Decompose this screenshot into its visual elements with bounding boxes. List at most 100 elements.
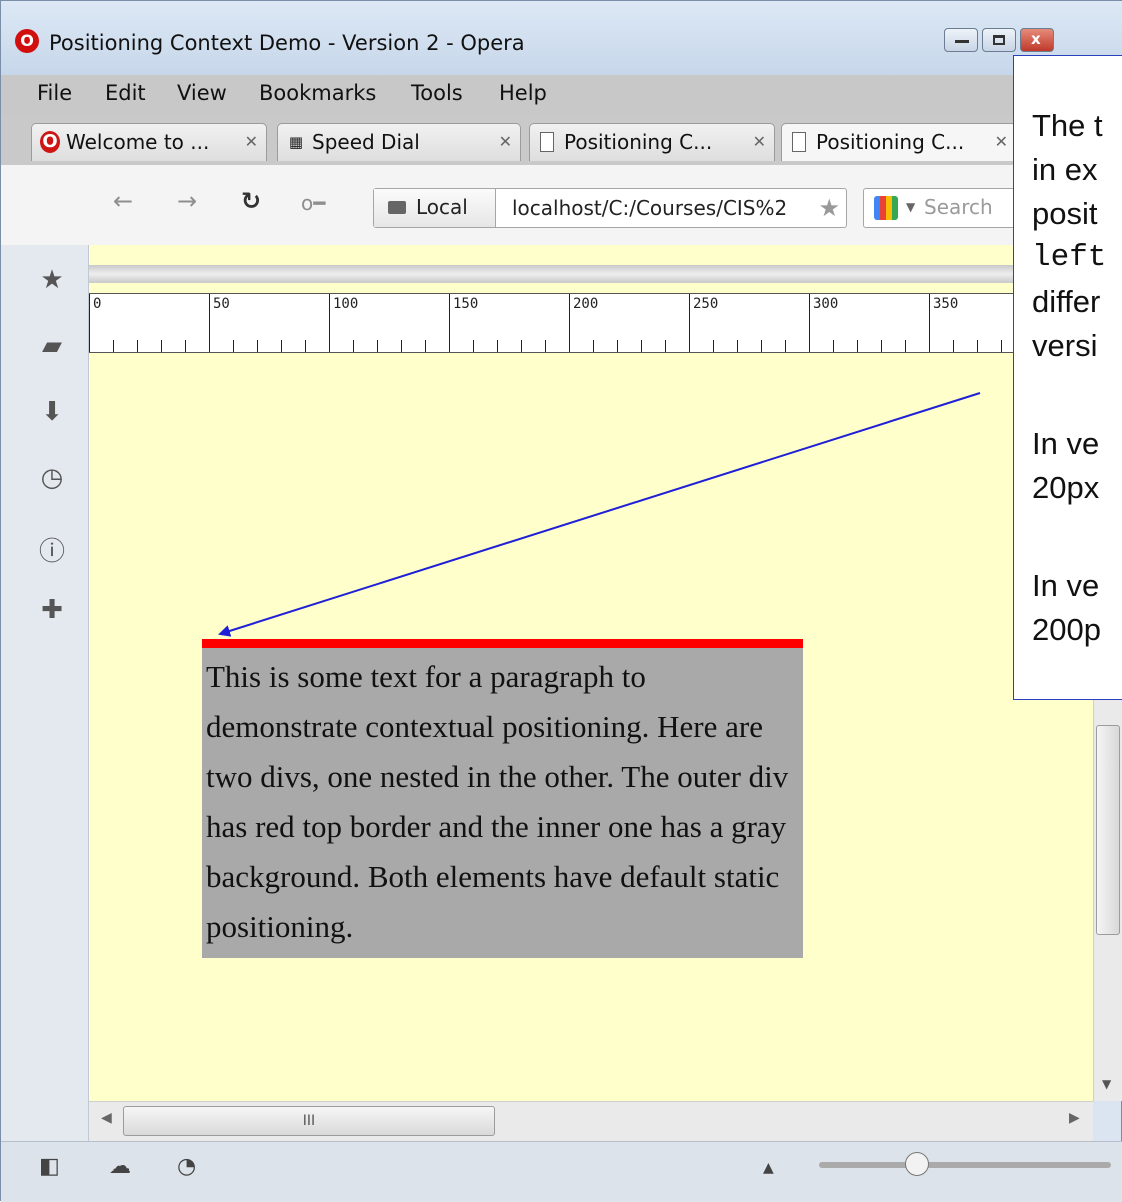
ruler-minor-tick xyxy=(353,340,354,352)
monitor-icon xyxy=(388,201,406,214)
tab-welcome[interactable]: O Welcome to ... ✕ xyxy=(31,123,267,161)
bookmark-star-icon[interactable]: ★ xyxy=(818,194,840,222)
ruler-minor-tick xyxy=(545,340,546,352)
ruler-minor-tick xyxy=(185,340,186,352)
callout-line: posit xyxy=(1032,196,1098,231)
menu-file[interactable]: File xyxy=(37,81,72,105)
ruler-minor-tick xyxy=(257,340,258,352)
address-bar[interactable]: Local localhost/C:/Courses/CIS%2 ★ xyxy=(373,188,847,228)
ruler-label: 300 xyxy=(813,296,839,312)
ruler-label: 200 xyxy=(573,296,599,312)
scroll-left-icon[interactable]: ◀ xyxy=(101,1110,112,1126)
ruler-minor-tick xyxy=(881,340,882,352)
bookmarks-star-icon[interactable]: ★ xyxy=(37,265,67,295)
info-icon[interactable]: ⓘ xyxy=(37,531,67,568)
ruler-major-tick xyxy=(209,294,210,352)
vertical-scroll-thumb[interactable] xyxy=(1096,725,1120,935)
speedometer-icon[interactable]: ◔ xyxy=(177,1154,196,1179)
add-panel-icon[interactable]: ✚ xyxy=(37,595,67,625)
tab-label: Positioning C... xyxy=(816,130,965,154)
inner-div-paragraph: This is some text for a paragraph to dem… xyxy=(202,648,803,958)
tab-close-icon[interactable]: ✕ xyxy=(245,132,258,151)
tab-positioning-2[interactable]: Positioning C... ✕ xyxy=(781,123,1017,161)
ruler-minor-tick xyxy=(761,340,762,352)
ruler-minor-tick xyxy=(593,340,594,352)
url-text[interactable]: localhost/C:/Courses/CIS%2 xyxy=(512,196,812,220)
forward-button[interactable]: → xyxy=(177,187,197,215)
ruler-minor-tick xyxy=(137,340,138,352)
ruler-minor-tick xyxy=(113,340,114,352)
tab-close-icon[interactable]: ✕ xyxy=(499,132,512,151)
title-bar: O Positioning Context Demo - Version 2 -… xyxy=(1,1,1122,75)
key-icon[interactable]: o━ xyxy=(301,191,325,215)
ruler-minor-tick xyxy=(953,340,954,352)
tab-bar: O Welcome to ... ✕ ▦ Speed Dial ✕ Positi… xyxy=(1,115,1122,165)
pixel-ruler: 0 50 100 150 200 250 300 350 xyxy=(89,293,1093,353)
menu-bookmarks[interactable]: Bookmarks xyxy=(259,81,376,105)
back-button[interactable]: ← xyxy=(113,187,133,215)
callout-line: 200p xyxy=(1032,612,1101,647)
ruler-minor-tick xyxy=(377,340,378,352)
ruler-major-tick xyxy=(329,294,330,352)
panel-toggle-icon[interactable]: ◧ xyxy=(39,1154,60,1179)
close-window-button[interactable]: x xyxy=(1020,28,1054,52)
maximize-button[interactable] xyxy=(982,28,1016,52)
cloud-icon[interactable]: ☁ xyxy=(109,1154,131,1179)
search-engine-icon[interactable] xyxy=(874,196,898,220)
scroll-grip: III xyxy=(302,1113,316,1129)
ruler-minor-tick xyxy=(737,340,738,352)
page-content: 0 50 100 150 200 250 300 350 This is som… xyxy=(89,245,1093,1101)
minimize-button[interactable] xyxy=(944,28,978,52)
tab-positioning-1[interactable]: Positioning C... ✕ xyxy=(529,123,775,161)
menu-help[interactable]: Help xyxy=(499,81,547,105)
navigation-bar: ← → ↻ o━ Local localhost/C:/Courses/CIS%… xyxy=(1,165,1122,245)
scroll-down-icon[interactable]: ▼ xyxy=(1102,1077,1111,1091)
menu-view[interactable]: View xyxy=(177,81,227,105)
chevron-down-icon[interactable]: ▼ xyxy=(906,200,915,214)
callout-line: In ve xyxy=(1032,426,1100,461)
downloads-icon[interactable]: ⬇ xyxy=(37,397,67,427)
opera-logo-icon: O xyxy=(15,29,39,53)
ruler-major-tick xyxy=(689,294,690,352)
ruler-minor-tick xyxy=(425,340,426,352)
tab-label: Positioning C... xyxy=(564,130,713,154)
ruler-minor-tick xyxy=(641,340,642,352)
callout-line: differ xyxy=(1032,284,1101,319)
tab-label: Welcome to ... xyxy=(66,130,210,154)
local-label: Local xyxy=(416,195,468,219)
tab-close-icon[interactable]: ✕ xyxy=(995,132,1008,151)
ruler-label: 50 xyxy=(213,296,230,312)
ruler-major-tick xyxy=(449,294,450,352)
annotation-callout: The t in ex posit left differ versi In v… xyxy=(1013,55,1122,700)
zoom-slider-track[interactable] xyxy=(819,1162,1111,1168)
ruler-minor-tick xyxy=(281,340,282,352)
tab-close-icon[interactable]: ✕ xyxy=(753,132,766,151)
history-clock-icon[interactable]: ◷ xyxy=(37,463,67,493)
ruler-label: 150 xyxy=(453,296,479,312)
ruler-minor-tick xyxy=(521,340,522,352)
tab-speed-dial[interactable]: ▦ Speed Dial ✕ xyxy=(277,123,521,161)
ruler-label: 0 xyxy=(93,296,102,312)
menu-tools[interactable]: Tools xyxy=(411,81,463,105)
sidebar-panel: ★ ▰ ⬇ ◷ ⓘ ✚ xyxy=(1,245,89,1141)
ruler-label: 100 xyxy=(333,296,359,312)
zoom-slider-thumb[interactable] xyxy=(905,1152,929,1176)
outer-div: This is some text for a paragraph to dem… xyxy=(202,639,803,958)
menu-edit[interactable]: Edit xyxy=(105,81,146,105)
reload-button[interactable]: ↻ xyxy=(241,187,261,215)
ruler-minor-tick xyxy=(977,340,978,352)
ruler-minor-tick xyxy=(833,340,834,352)
notes-icon[interactable]: ▰ xyxy=(37,331,67,361)
ruler-major-tick xyxy=(929,294,930,352)
ruler-minor-tick xyxy=(305,340,306,352)
opera-icon: O xyxy=(40,131,60,153)
scroll-right-icon[interactable]: ▶ xyxy=(1069,1110,1080,1126)
ruler-minor-tick xyxy=(497,340,498,352)
callout-line: The t xyxy=(1032,108,1103,143)
ruler-minor-tick xyxy=(161,340,162,352)
horizontal-scroll-thumb[interactable]: III xyxy=(123,1106,495,1136)
horizontal-scrollbar[interactable]: ◀ III ▶ xyxy=(89,1101,1093,1141)
chevron-up-icon[interactable]: ▲ xyxy=(763,1160,774,1176)
local-badge[interactable]: Local xyxy=(374,189,496,227)
minimize-icon xyxy=(955,40,969,43)
